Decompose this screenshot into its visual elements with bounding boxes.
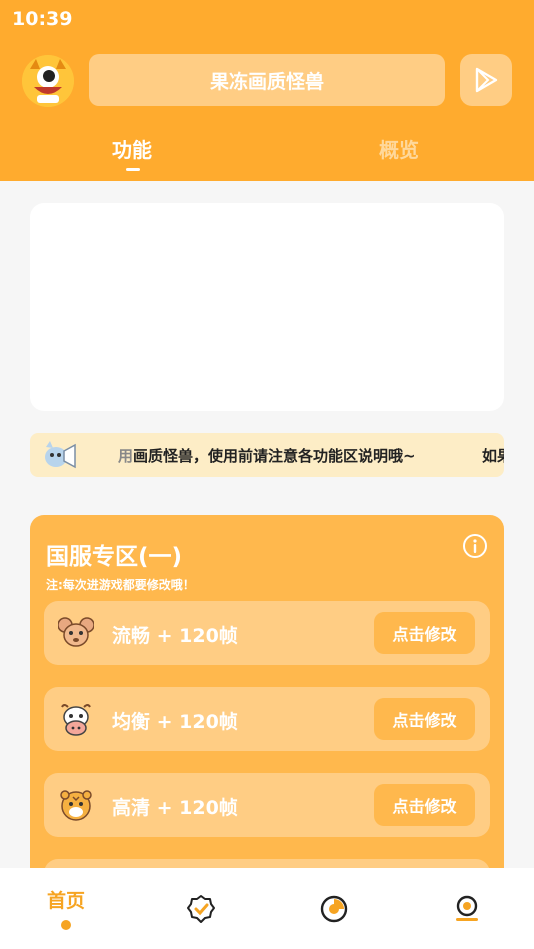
modify-button[interactable]: 点击修改 bbox=[374, 698, 475, 740]
notice-text: 用画质怪兽，使用前请注意各功能区说明哦~ bbox=[118, 447, 416, 465]
mouse-icon bbox=[58, 617, 94, 647]
monster-avatar-icon bbox=[22, 55, 74, 107]
option-smooth: 流畅 + 120帧 点击修改 bbox=[44, 601, 490, 665]
banner-card bbox=[30, 203, 504, 411]
badge-check-icon bbox=[187, 895, 215, 923]
option-label: 高清 + 120帧 bbox=[112, 797, 238, 819]
play-store-button[interactable] bbox=[460, 54, 512, 106]
bottom-nav: 首页 bbox=[0, 868, 534, 949]
cn-server-zone: 国服专区(一) 注:每次进游戏都要修改哦！ 流畅 + 120帧 点击修改 均衡 … bbox=[30, 515, 504, 895]
nav-tools[interactable] bbox=[186, 894, 216, 924]
avatar[interactable] bbox=[22, 55, 74, 107]
modify-button[interactable]: 点击修改 bbox=[374, 612, 475, 654]
modify-button[interactable]: 点击修改 bbox=[374, 784, 475, 826]
tab-overview[interactable]: 概览 bbox=[379, 134, 419, 163]
nav-active-dot bbox=[61, 920, 71, 930]
play-store-icon bbox=[475, 67, 498, 93]
zone-title: 国服专区(一) bbox=[46, 544, 183, 570]
tab-functions[interactable]: 功能 bbox=[112, 134, 152, 163]
megaphone-mascot-icon bbox=[45, 441, 76, 469]
nav-home-label: 首页 bbox=[47, 890, 86, 912]
option-hd: 高清 + 120帧 点击修改 bbox=[44, 773, 490, 837]
status-time: 10:39 bbox=[12, 8, 73, 30]
profile-icon bbox=[456, 895, 478, 921]
notice-bar: 用画质怪兽，使用前请注意各功能区说明哦~ 如果 bbox=[30, 433, 504, 477]
tiger-icon bbox=[60, 790, 92, 821]
app-header: 10:39 果冻画质怪兽 功能 概览 bbox=[0, 0, 534, 181]
tab-indicator bbox=[126, 168, 140, 171]
info-icon[interactable] bbox=[462, 533, 488, 559]
notice-text-tail: 如果 bbox=[482, 447, 504, 465]
option-label: 均衡 + 120帧 bbox=[112, 711, 238, 733]
option-label: 流畅 + 120帧 bbox=[112, 625, 238, 647]
chart-pie-icon bbox=[320, 895, 348, 923]
nav-home[interactable]: 首页 bbox=[20, 868, 114, 949]
option-balanced: 均衡 + 120帧 点击修改 bbox=[44, 687, 490, 751]
nav-stats[interactable] bbox=[319, 894, 349, 924]
app-title: 果冻画质怪兽 bbox=[89, 54, 445, 106]
zone-note: 注:每次进游戏都要修改哦！ bbox=[46, 578, 195, 592]
nav-profile[interactable] bbox=[452, 894, 482, 924]
cow-icon bbox=[61, 704, 91, 736]
